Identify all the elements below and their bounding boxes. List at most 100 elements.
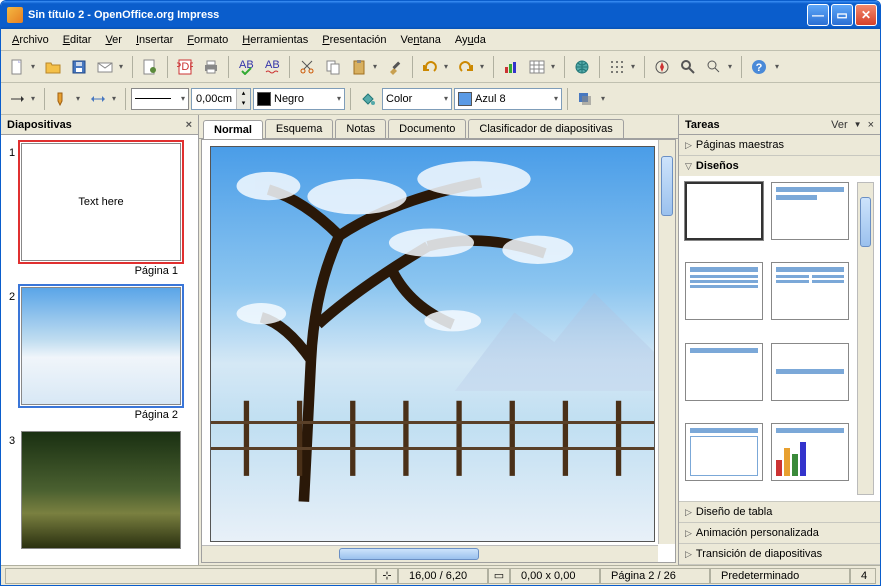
menu-ayuda[interactable]: Ayuda: [448, 32, 493, 48]
canvas-area[interactable]: [201, 139, 676, 563]
slide-thumbnail[interactable]: Text here: [21, 143, 181, 261]
open-button[interactable]: [41, 55, 65, 79]
arrow-style-button[interactable]: [5, 87, 39, 111]
zoom-level-button[interactable]: [702, 55, 736, 79]
tab-normal[interactable]: Normal: [203, 120, 263, 139]
line-arrow-both-icon: [90, 91, 106, 107]
section-layouts-header[interactable]: ▽Diseños: [679, 156, 880, 176]
toolbar-overflow-icon[interactable]: ▾: [775, 62, 779, 71]
format-paintbrush-button[interactable]: [383, 55, 407, 79]
tab-clasificador[interactable]: Clasificador de diapositivas: [468, 119, 623, 138]
slide-thumb-1[interactable]: 1 Text here: [9, 143, 190, 261]
mail-button[interactable]: [93, 55, 127, 79]
status-zoom[interactable]: 4: [850, 568, 876, 584]
new-doc-button[interactable]: [5, 55, 39, 79]
tasks-ver-menu[interactable]: Ver: [831, 119, 848, 131]
section-trans-header[interactable]: ▷Transición de diapositivas: [679, 544, 880, 564]
shadow-button[interactable]: [573, 87, 597, 111]
layout-title[interactable]: [771, 182, 849, 240]
layout-title-only[interactable]: [685, 343, 763, 401]
slides-list[interactable]: 1 Text here Página 1 2 Página 2 3: [1, 135, 198, 565]
slide-thumbnail[interactable]: [21, 431, 181, 549]
slide-thumb-2[interactable]: 2: [9, 287, 190, 405]
copy-button[interactable]: [321, 55, 345, 79]
section-master-header[interactable]: ▷Páginas maestras: [679, 135, 880, 155]
redo-button[interactable]: [454, 55, 488, 79]
spin-up[interactable]: ▴: [236, 89, 250, 99]
grid-button[interactable]: [605, 55, 639, 79]
scissors-icon: [299, 59, 315, 75]
separator: [493, 56, 494, 78]
line-color-combo[interactable]: Negro ▾: [253, 88, 345, 110]
maximize-button[interactable]: ▭: [831, 4, 853, 26]
menu-ventana[interactable]: Ventana: [394, 32, 448, 48]
spellcheck-button[interactable]: ABC: [234, 55, 258, 79]
section-anim-header[interactable]: ▷Animación personalizada: [679, 523, 880, 543]
print-button[interactable]: [199, 55, 223, 79]
line-endings-button[interactable]: [50, 87, 84, 111]
paste-button[interactable]: [347, 55, 381, 79]
spin-down[interactable]: ▾: [236, 99, 250, 109]
help-button[interactable]: ?: [747, 55, 771, 79]
minimize-button[interactable]: —: [807, 4, 829, 26]
line-caps-button[interactable]: [86, 87, 120, 111]
menu-formato[interactable]: Formato: [180, 32, 235, 48]
section-custom-anim: ▷Animación personalizada: [679, 523, 880, 544]
layout-chart[interactable]: [771, 423, 849, 481]
slide-canvas[interactable]: [210, 146, 655, 542]
separator: [228, 56, 229, 78]
paintbrush-icon: [387, 59, 403, 75]
section-table-header[interactable]: ▷Diseño de tabla: [679, 502, 880, 522]
fill-color-combo[interactable]: Azul 8 ▾: [454, 88, 562, 110]
layout-object[interactable]: [685, 423, 763, 481]
toolbar2-overflow-icon[interactable]: ▾: [601, 94, 605, 103]
magnifier-page-icon: [706, 59, 722, 75]
layout-centered[interactable]: [771, 343, 849, 401]
line-style-combo[interactable]: ▾: [131, 88, 189, 110]
cut-button[interactable]: [295, 55, 319, 79]
close-button[interactable]: ✕: [855, 4, 877, 26]
abc-wave-icon: ABC: [264, 59, 280, 75]
menu-insertar[interactable]: Insertar: [129, 32, 180, 48]
section-label: Transición de diapositivas: [696, 548, 822, 560]
line-width-spinner[interactable]: ▴▾: [191, 88, 251, 110]
layout-blank[interactable]: [685, 182, 763, 240]
chart-button[interactable]: [499, 55, 523, 79]
pencil-down-icon: [54, 91, 70, 107]
vertical-scrollbar[interactable]: [658, 140, 675, 544]
app-window: Sin título 2 - OpenOffice.org Impress — …: [0, 0, 881, 586]
save-button[interactable]: [67, 55, 91, 79]
section-label: Diseño de tabla: [696, 506, 772, 518]
autospell-button[interactable]: ABC: [260, 55, 284, 79]
tab-notas[interactable]: Notas: [335, 119, 386, 138]
menu-herramientas[interactable]: Herramientas: [235, 32, 315, 48]
zoom-button[interactable]: [676, 55, 700, 79]
menu-archivo[interactable]: AArchivorchivo: [5, 32, 56, 48]
edit-file-button[interactable]: [138, 55, 162, 79]
slide-thumb-3[interactable]: 3: [9, 431, 190, 549]
slide-number: 1: [9, 143, 21, 261]
menu-presentacion[interactable]: Presentación: [315, 32, 393, 48]
layout-two-content[interactable]: [771, 262, 849, 320]
tab-esquema[interactable]: Esquema: [265, 119, 333, 138]
layout-title-content[interactable]: [685, 262, 763, 320]
horizontal-scrollbar[interactable]: [202, 545, 658, 562]
layouts-scrollbar[interactable]: [857, 182, 874, 495]
slide-thumbnail[interactable]: [21, 287, 181, 405]
section-label: Diseños: [696, 160, 739, 172]
fill-bucket-button[interactable]: [356, 87, 380, 111]
navigator-button[interactable]: [650, 55, 674, 79]
line-width-input[interactable]: [192, 93, 236, 105]
table-button[interactable]: [525, 55, 559, 79]
hyperlink-button[interactable]: [570, 55, 594, 79]
undo-button[interactable]: [418, 55, 452, 79]
slides-panel-close-icon[interactable]: ×: [186, 119, 192, 131]
statusbar: ⊹ 16,00 / 6,20 ▭ 0,00 x 0,00 Página 2 / …: [1, 565, 880, 585]
fill-mode-combo[interactable]: Color ▾: [382, 88, 452, 110]
spreadsheet-icon: [529, 59, 545, 75]
export-pdf-button[interactable]: PDF: [173, 55, 197, 79]
menu-editar[interactable]: Editar: [56, 32, 99, 48]
tasks-panel-close-icon[interactable]: ×: [868, 119, 874, 131]
menu-ver[interactable]: Ver: [98, 32, 129, 48]
tab-documento[interactable]: Documento: [388, 119, 466, 138]
